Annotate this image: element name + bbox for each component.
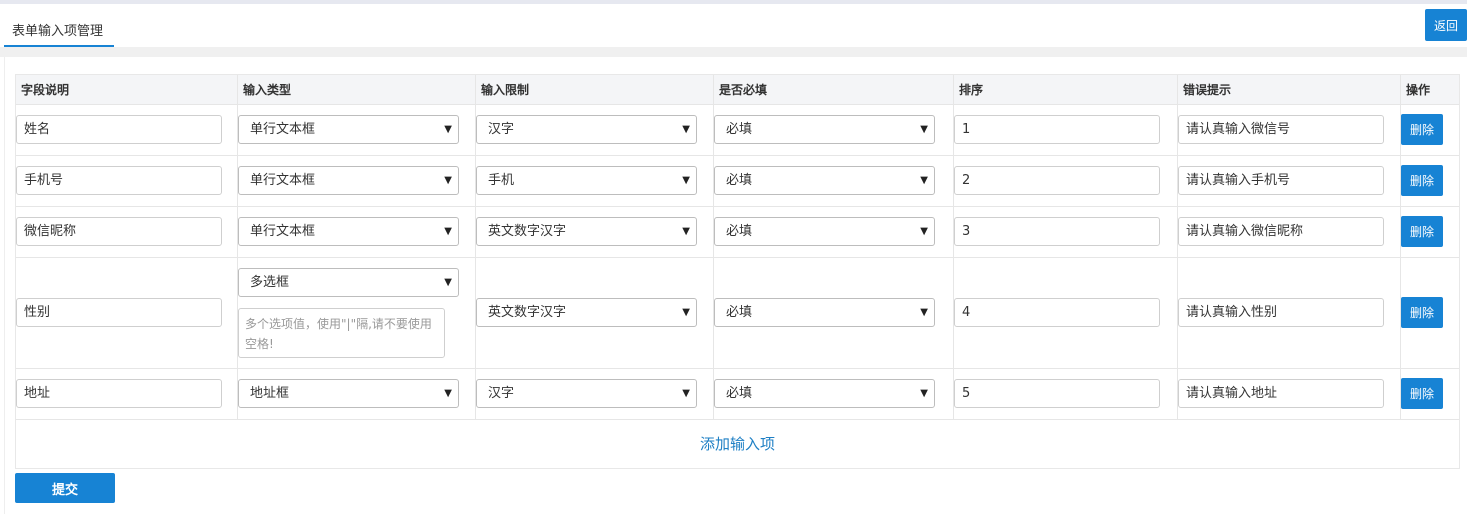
options-textarea[interactable]: 多个选项值，使用"|"隔,请不要使用空格! (238, 308, 445, 358)
type-select[interactable]: 地址框 ▼ (238, 379, 459, 408)
limit-select[interactable]: 汉字 ▼ (476, 115, 697, 144)
order-input[interactable]: 2 (954, 166, 1160, 195)
input-items-table: 字段说明 输入类型 输入限制 是否必填 排序 错误提示 操作 姓名 单行文本框 ▼… (15, 74, 1460, 469)
order-input[interactable]: 1 (954, 115, 1160, 144)
divider-band (0, 47, 1467, 57)
required-select[interactable]: 必填 ▼ (714, 166, 935, 195)
table-row: 性别 多选框 ▼ 多个选项值，使用"|"隔,请不要使用空格! 英文数字汉字 ▼ 必填… (16, 258, 1459, 369)
limit-select[interactable]: 手机 ▼ (476, 166, 697, 195)
type-select-value: 单行文本框 (250, 224, 316, 239)
limit-select-value: 汉字 (488, 122, 515, 137)
limit-select[interactable]: 汉字 ▼ (476, 379, 697, 408)
required-select-value: 必填 (726, 224, 753, 239)
type-select[interactable]: 单行文本框 ▼ (238, 217, 459, 246)
column-header-type: 输入类型 (238, 75, 476, 105)
type-select-value: 单行文本框 (250, 122, 316, 137)
delete-button[interactable]: 删除 (1401, 216, 1443, 247)
back-button[interactable]: 返回 (1425, 9, 1467, 41)
error-input[interactable]: 请认真输入微信昵称 (1178, 217, 1384, 246)
required-select-value: 必填 (726, 122, 753, 137)
field-input[interactable]: 姓名 (16, 115, 222, 144)
required-select-value: 必填 (726, 386, 753, 401)
chevron-down-icon: ▼ (444, 388, 452, 399)
tab-form-input-management[interactable]: 表单输入项管理 (4, 16, 114, 47)
chevron-down-icon: ▼ (920, 307, 928, 318)
column-header-order: 排序 (954, 75, 1178, 105)
main-panel: 字段说明 输入类型 输入限制 是否必填 排序 错误提示 操作 姓名 单行文本框 ▼… (4, 57, 1467, 514)
type-select-value: 单行文本框 (250, 173, 316, 188)
table-row: 微信昵称 单行文本框 ▼ 英文数字汉字 ▼ 必填 ▼ 3 请认真输入微信昵称 删除 (16, 207, 1459, 258)
limit-select-value: 汉字 (488, 386, 515, 401)
limit-select-value: 手机 (488, 173, 515, 188)
chevron-down-icon: ▼ (444, 124, 452, 135)
limit-select[interactable]: 英文数字汉字 ▼ (476, 298, 697, 327)
required-select[interactable]: 必填 ▼ (714, 298, 935, 327)
type-select[interactable]: 单行文本框 ▼ (238, 166, 459, 195)
column-header-field: 字段说明 (16, 75, 238, 105)
column-header-required: 是否必填 (714, 75, 954, 105)
chevron-down-icon: ▼ (444, 175, 452, 186)
chevron-down-icon: ▼ (920, 175, 928, 186)
type-select-value: 多选框 (250, 275, 290, 290)
delete-button[interactable]: 删除 (1401, 297, 1443, 328)
field-input[interactable]: 性别 (16, 298, 222, 327)
limit-select-value: 英文数字汉字 (488, 224, 567, 239)
chevron-down-icon: ▼ (920, 124, 928, 135)
error-input[interactable]: 请认真输入性别 (1178, 298, 1384, 327)
submit-button[interactable]: 提交 (15, 473, 115, 503)
table-row: 姓名 单行文本框 ▼ 汉字 ▼ 必填 ▼ 1 请认真输入微信号 删除 (16, 105, 1459, 156)
required-select-value: 必填 (726, 305, 753, 320)
required-select[interactable]: 必填 ▼ (714, 217, 935, 246)
order-input[interactable]: 5 (954, 379, 1160, 408)
required-select[interactable]: 必填 ▼ (714, 379, 935, 408)
table-row: 手机号 单行文本框 ▼ 手机 ▼ 必填 ▼ 2 请认真输入手机号 删除 (16, 156, 1459, 207)
table-header: 字段说明 输入类型 输入限制 是否必填 排序 错误提示 操作 (16, 75, 1459, 105)
error-input[interactable]: 请认真输入微信号 (1178, 115, 1384, 144)
column-header-error: 错误提示 (1178, 75, 1401, 105)
chevron-down-icon: ▼ (682, 388, 690, 399)
delete-button[interactable]: 删除 (1401, 114, 1443, 145)
order-input[interactable]: 3 (954, 217, 1160, 246)
delete-button[interactable]: 删除 (1401, 378, 1443, 409)
error-input[interactable]: 请认真输入地址 (1178, 379, 1384, 408)
required-select-value: 必填 (726, 173, 753, 188)
chevron-down-icon: ▼ (444, 226, 452, 237)
chevron-down-icon: ▼ (682, 226, 690, 237)
limit-select-value: 英文数字汉字 (488, 305, 567, 320)
table-row: 地址 地址框 ▼ 汉字 ▼ 必填 ▼ 5 请认真输入地址 删除 (16, 369, 1459, 420)
chevron-down-icon: ▼ (920, 388, 928, 399)
field-input[interactable]: 微信昵称 (16, 217, 222, 246)
field-input[interactable]: 地址 (16, 379, 222, 408)
column-header-action: 操作 (1406, 83, 1431, 97)
add-row: 添加输入项 (16, 420, 1459, 468)
chevron-down-icon: ▼ (682, 307, 690, 318)
type-select[interactable]: 单行文本框 ▼ (238, 115, 459, 144)
error-input[interactable]: 请认真输入手机号 (1178, 166, 1384, 195)
order-input[interactable]: 4 (954, 298, 1160, 327)
type-select[interactable]: 多选框 ▼ (238, 268, 459, 297)
type-select-value: 地址框 (250, 386, 290, 401)
chevron-down-icon: ▼ (920, 226, 928, 237)
field-input[interactable]: 手机号 (16, 166, 222, 195)
required-select[interactable]: 必填 ▼ (714, 115, 935, 144)
limit-select[interactable]: 英文数字汉字 ▼ (476, 217, 697, 246)
header: 表单输入项管理 返回 (0, 4, 1467, 47)
add-input-item-link[interactable]: 添加输入项 (700, 435, 775, 453)
column-header-limit: 输入限制 (476, 75, 714, 105)
chevron-down-icon: ▼ (682, 175, 690, 186)
delete-button[interactable]: 删除 (1401, 165, 1443, 196)
chevron-down-icon: ▼ (682, 124, 690, 135)
chevron-down-icon: ▼ (444, 277, 452, 288)
